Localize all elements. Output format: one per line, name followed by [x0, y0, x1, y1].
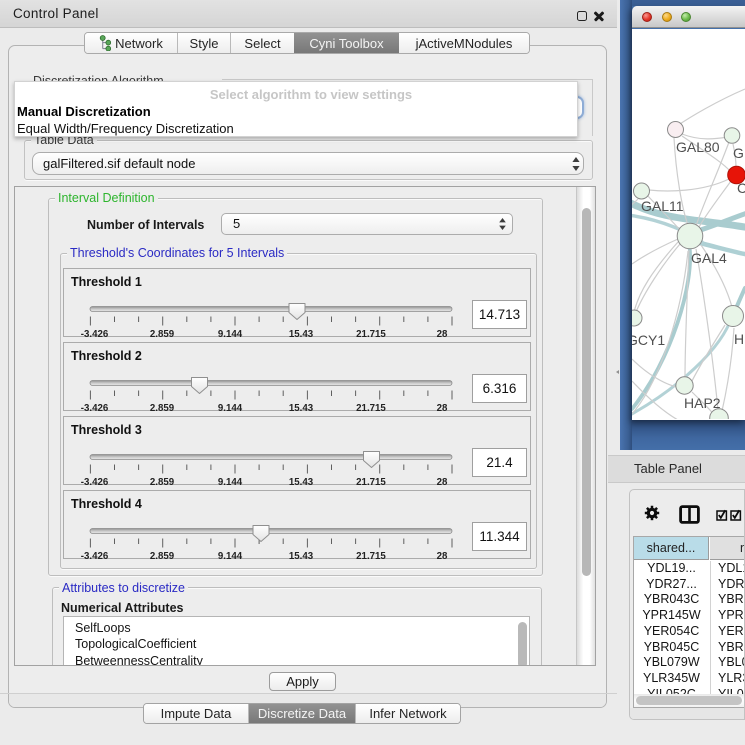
- svg-text:21.715: 21.715: [356, 551, 386, 559]
- svg-text:-3.426: -3.426: [81, 551, 109, 559]
- svg-text:GCY1: GCY1: [632, 332, 665, 348]
- svg-text:28: 28: [437, 329, 448, 337]
- svg-text:15.43: 15.43: [289, 477, 314, 485]
- svg-text:21.715: 21.715: [356, 329, 386, 337]
- svg-text:28: 28: [437, 477, 448, 485]
- svg-text:H: H: [734, 331, 744, 347]
- svg-text:GAL4: GAL4: [691, 250, 727, 266]
- svg-text:15.43: 15.43: [289, 403, 314, 411]
- svg-text:9.144: 9.144: [218, 403, 243, 411]
- svg-text:15.43: 15.43: [289, 329, 314, 337]
- svg-text:-3.426: -3.426: [81, 329, 109, 337]
- svg-text:9.144: 9.144: [218, 551, 243, 559]
- svg-text:GAL80: GAL80: [676, 139, 720, 155]
- svg-text:15.43: 15.43: [289, 551, 314, 559]
- svg-text:21.715: 21.715: [356, 403, 386, 411]
- svg-text:28: 28: [437, 551, 448, 559]
- svg-text:-3.426: -3.426: [81, 477, 109, 485]
- svg-text:GAL11: GAL11: [641, 198, 684, 214]
- svg-text:9.144: 9.144: [218, 329, 243, 337]
- svg-text:C: C: [737, 180, 745, 196]
- svg-text:21.715: 21.715: [356, 477, 386, 485]
- svg-text:9.144: 9.144: [218, 477, 243, 485]
- svg-text:2.859: 2.859: [150, 477, 175, 485]
- svg-text:28: 28: [437, 403, 448, 411]
- svg-text:2.859: 2.859: [150, 551, 175, 559]
- svg-text:-3.426: -3.426: [81, 403, 109, 411]
- svg-text:2.859: 2.859: [150, 329, 175, 337]
- svg-text:HAP2: HAP2: [684, 395, 721, 411]
- svg-text:2.859: 2.859: [150, 403, 175, 411]
- svg-text:G.: G.: [733, 145, 745, 161]
